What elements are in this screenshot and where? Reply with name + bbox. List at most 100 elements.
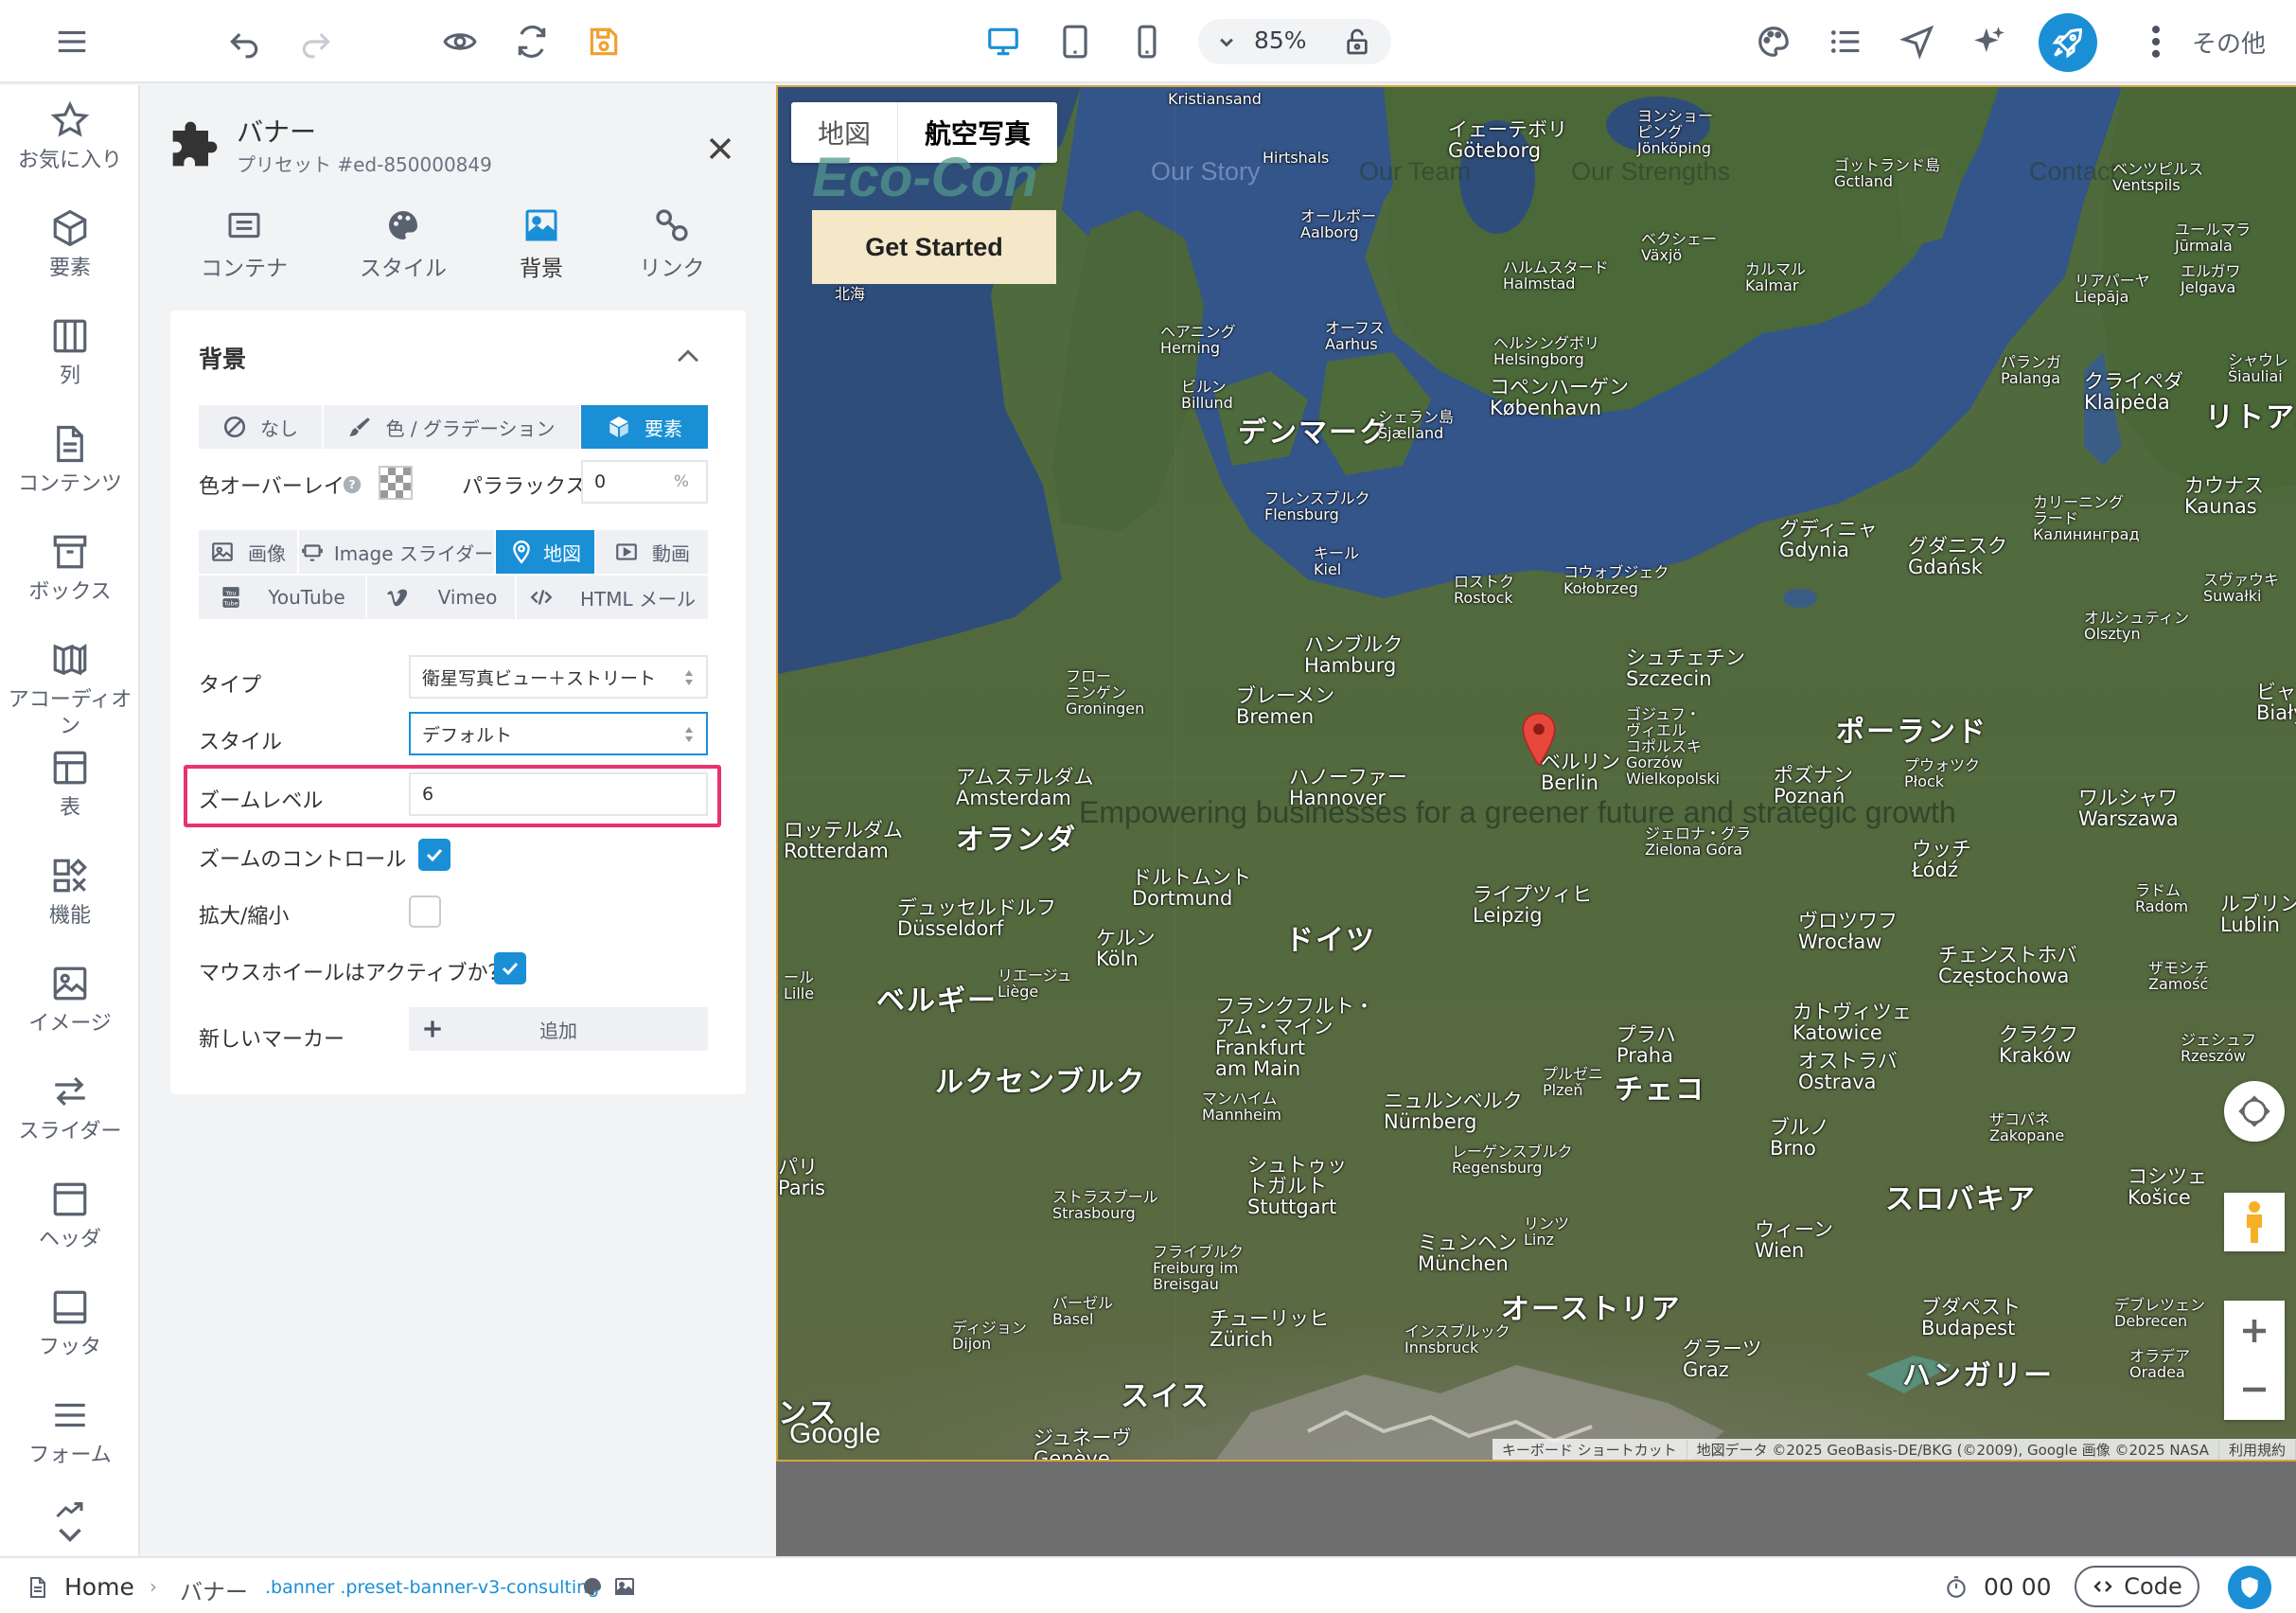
more-vertical-icon[interactable] — [2145, 21, 2167, 62]
map-background[interactable]: 地図 航空写真 Eco-Con Our Story Our Team Our S… — [776, 85, 2296, 1462]
rail-item-content[interactable]: コンテンツ — [0, 424, 140, 498]
parallax-input[interactable]: 0 % — [581, 460, 708, 504]
trending-icon[interactable] — [53, 1499, 87, 1522]
tab-style[interactable]: スタイル — [337, 206, 469, 282]
rail-item-elements[interactable]: 要素 — [0, 208, 140, 282]
timer-icon — [1947, 1576, 1966, 1598]
more-label[interactable]: その他 — [2192, 25, 2266, 60]
help-icon[interactable]: ? — [343, 475, 362, 494]
list-icon[interactable] — [1823, 19, 1868, 64]
tab-link[interactable]: リンク — [606, 206, 738, 282]
rail-item-slider[interactable]: スライダー — [0, 1072, 140, 1145]
map-style-select[interactable]: デフォルト — [409, 712, 708, 755]
rail-item-favorites[interactable]: お気に入り — [0, 100, 140, 174]
nav-contact[interactable]: Contact — [2029, 157, 2117, 186]
zoom-in-icon[interactable] — [2237, 1314, 2271, 1348]
navigate-icon[interactable] — [1895, 19, 1940, 64]
rail-item-label: 列 — [59, 364, 80, 388]
scale-checkbox[interactable] — [409, 895, 441, 928]
rail-item-accordion[interactable]: アコーディオン — [0, 640, 140, 740]
ai-sparkle-icon[interactable] — [1967, 19, 2012, 64]
street-view-pegman[interactable] — [2224, 1193, 2285, 1251]
map-label-liepaja: リアパーヤ Liepāja — [2075, 272, 2150, 306]
terms-link[interactable]: 利用規約 — [2219, 1439, 2296, 1460]
map-fullscreen-control[interactable] — [2224, 1081, 2285, 1142]
media-map[interactable]: 地図 — [496, 530, 594, 574]
rail-item-columns[interactable]: 列 — [0, 316, 140, 390]
refresh-icon[interactable] — [509, 19, 555, 64]
chevron-down-icon[interactable] — [53, 1524, 87, 1547]
rail-item-table[interactable]: 表 — [0, 748, 140, 822]
nav-our-strengths[interactable]: Our Strengths — [1571, 157, 1730, 186]
settings-panel: バナー プリセット #ed-850000849 コンテナ スタイル 背景 リンク… — [142, 85, 774, 1556]
palette-icon[interactable] — [581, 1575, 604, 1598]
map-label-lithuania: リトアニ — [2205, 401, 2296, 434]
zoom-controls-checkbox[interactable] — [418, 839, 450, 871]
map-marker-icon[interactable] — [1520, 712, 1558, 769]
map-label-lublin: ルブリン Lublin — [2220, 893, 2296, 936]
rail-item-form[interactable]: フォーム — [0, 1395, 140, 1469]
media-image-slider[interactable]: Image スライダー — [299, 530, 494, 574]
desktop-view-icon[interactable] — [980, 19, 1026, 64]
map-label-praha: プラハ Praha — [1616, 1023, 1676, 1067]
rail-item-box[interactable]: ボックス — [0, 532, 140, 606]
map-label-wien: ウィーン Wien — [1755, 1218, 1833, 1262]
tab-container[interactable]: コンテナ — [178, 206, 310, 282]
map-label-freiburg: フライブルク Freiburg im Breisgau — [1153, 1243, 1245, 1293]
media-label: Vimeo — [437, 586, 498, 609]
zoom-out-icon[interactable] — [2237, 1373, 2271, 1407]
zoom-level-input[interactable]: 6 — [409, 772, 708, 816]
map-type-select[interactable]: 衛星写真ビュー＋ストリート — [409, 655, 708, 699]
hamburger-menu-icon[interactable] — [49, 19, 95, 64]
chevron-up-icon[interactable] — [672, 341, 704, 373]
select-arrows-icon — [685, 727, 693, 742]
get-started-button[interactable]: Get Started — [812, 210, 1056, 284]
breadcrumb-home[interactable]: Home — [64, 1573, 134, 1601]
privacy-shield-button[interactable] — [2228, 1566, 2271, 1609]
close-icon[interactable] — [704, 133, 736, 165]
map-label-amsterdam: アムステルダム Amsterdam — [956, 766, 1094, 809]
media-html[interactable]: HTML メール — [517, 576, 708, 619]
preview-eye-icon[interactable] — [437, 19, 483, 64]
zoom-value[interactable]: 85% — [1254, 27, 1307, 54]
youtube-icon: You Tube — [222, 587, 239, 608]
breadcrumb-banner[interactable]: バナー — [180, 1573, 248, 1606]
rail-item-footer[interactable]: フッタ — [0, 1287, 140, 1361]
rail-item-image[interactable]: イメージ — [0, 964, 140, 1037]
keyboard-shortcuts-link[interactable]: キーボード ショートカット — [1492, 1439, 1687, 1460]
publish-rocket-icon[interactable] — [2039, 13, 2097, 72]
parallax-unit: % — [673, 472, 689, 491]
media-youtube[interactable]: You Tube YouTube — [199, 576, 365, 619]
nav-our-story[interactable]: Our Story — [1151, 157, 1261, 186]
redo-icon[interactable] — [293, 19, 339, 64]
code-button[interactable]: Code — [2075, 1566, 2199, 1607]
bg-type-color-gradient[interactable]: 色 / グラデーション — [324, 405, 579, 449]
lock-icon[interactable] — [1342, 27, 1372, 57]
tab-background[interactable]: 背景 — [475, 206, 608, 282]
rail-item-header[interactable]: ヘッダ — [0, 1179, 140, 1253]
bg-type-element[interactable]: 要素 — [581, 405, 708, 449]
media-vimeo[interactable]: Vimeo — [367, 576, 515, 619]
rail-item-features[interactable]: 機能 — [0, 856, 140, 930]
media-video[interactable]: 動画 — [596, 530, 708, 574]
mouse-wheel-checkbox[interactable] — [494, 952, 526, 984]
color-overlay-swatch[interactable] — [379, 466, 413, 500]
map-label-hirtshals: Hirtshals — [1263, 149, 1330, 167]
background-settings-card: 背景 なし 色 / グラデーション 要素 色オーバーレイ ? パララックス 0 … — [170, 310, 746, 1094]
tablet-view-icon[interactable] — [1052, 19, 1098, 64]
map-label-kristiansand: Kristiansand — [1168, 90, 1262, 108]
add-marker-button[interactable]: 追加 — [409, 1007, 708, 1051]
undo-icon[interactable] — [221, 19, 267, 64]
map-style-label: スタイル — [199, 731, 283, 754]
map-type-label: タイプ — [199, 674, 262, 698]
palette-icon[interactable] — [1751, 19, 1796, 64]
rail-item-label: イメージ — [28, 1012, 112, 1036]
breadcrumb-classes[interactable]: .banner .preset-banner-v3-consulting — [265, 1577, 599, 1598]
save-icon[interactable] — [581, 19, 627, 64]
media-label: YouTube — [268, 586, 345, 609]
media-image[interactable]: 画像 — [199, 530, 297, 574]
mobile-view-icon[interactable] — [1124, 19, 1170, 64]
chevron-down-icon[interactable] — [1213, 28, 1240, 55]
bg-type-none[interactable]: なし — [199, 405, 322, 449]
image-icon[interactable] — [613, 1575, 636, 1598]
